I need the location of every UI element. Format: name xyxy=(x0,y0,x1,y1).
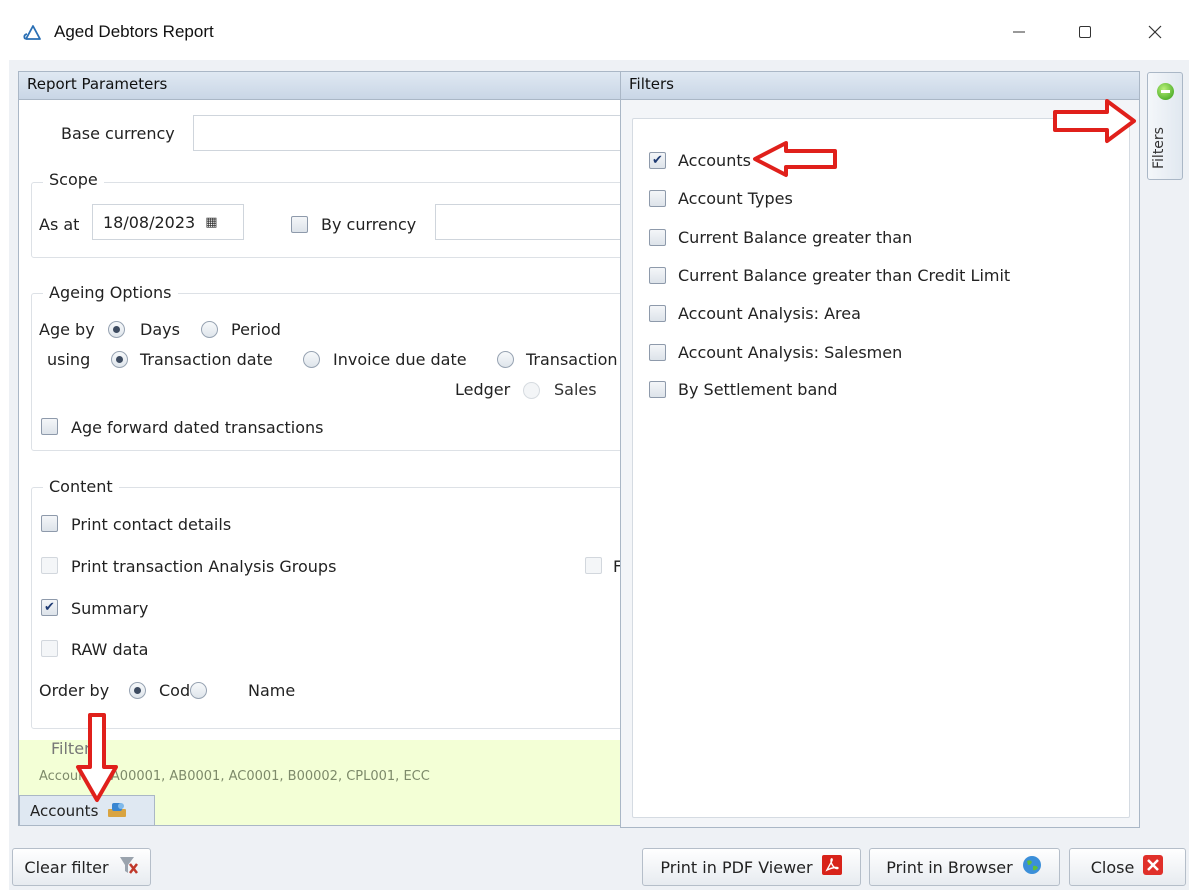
age-by-period-radio[interactable] xyxy=(201,321,218,338)
filter-item-account-types[interactable]: Account Types xyxy=(649,187,793,209)
filters-side-tab-label: Filters xyxy=(1151,127,1167,169)
clear-filter-funnel-icon xyxy=(117,854,139,880)
calendar-icon[interactable]: ▦ xyxy=(205,215,217,230)
age-by-period-label: Period xyxy=(231,320,281,339)
annotation-arrow-right-icon xyxy=(1052,98,1138,144)
filter-current-balance-checkbox[interactable] xyxy=(649,228,666,246)
annotation-arrow-left-icon xyxy=(752,140,838,178)
as-at-date-input[interactable]: 18/08/2023 ▦ xyxy=(92,204,244,240)
filters-panel: Filters Accounts Account Types Current B… xyxy=(620,71,1140,828)
scope-title: Scope xyxy=(43,170,104,189)
order-by-name-label: Name xyxy=(248,681,296,700)
print-browser-button[interactable]: Print in Browser xyxy=(869,848,1060,886)
clear-filter-button[interactable]: Clear filter xyxy=(12,848,151,886)
filter-account-types-label: Account Types xyxy=(678,188,793,208)
using-transaction-date-radio[interactable] xyxy=(111,351,128,368)
clear-filter-label: Clear filter xyxy=(24,857,109,877)
filter-item-analysis-salesmen[interactable]: Account Analysis: Salesmen xyxy=(649,341,902,363)
by-currency-label: By currency xyxy=(321,215,417,234)
ledger-label: Ledger xyxy=(455,380,511,399)
age-forward-checkbox[interactable] xyxy=(41,418,58,435)
filter-analysis-area-label: Account Analysis: Area xyxy=(678,303,861,323)
base-currency-label: Base currency xyxy=(61,124,175,143)
raw-data-label: RAW data xyxy=(71,640,149,659)
order-by-code-radio[interactable] xyxy=(129,682,146,699)
order-by-name-radio[interactable] xyxy=(190,682,207,699)
filter-accounts-checkbox[interactable] xyxy=(649,151,666,169)
filter-settlement-band-label: By Settlement band xyxy=(678,379,838,399)
annotation-arrow-down-icon xyxy=(74,712,120,804)
by-currency-checkbox[interactable] xyxy=(291,216,308,233)
print-browser-label: Print in Browser xyxy=(886,857,1013,877)
close-button[interactable]: Close xyxy=(1069,848,1186,886)
collapse-icon[interactable] xyxy=(1157,83,1174,100)
base-currency-input[interactable] xyxy=(193,115,620,151)
filter-analysis-area-checkbox[interactable] xyxy=(649,304,666,322)
order-by-label: Order by xyxy=(39,681,110,700)
print-transaction-analysis-label: Print transaction Analysis Groups xyxy=(71,557,337,576)
globe-icon xyxy=(1021,854,1043,880)
age-by-days-label: Days xyxy=(140,320,180,339)
filter-settlement-band-checkbox[interactable] xyxy=(649,380,666,398)
summary-label: Summary xyxy=(71,599,149,618)
accounts-tab-label: Accounts xyxy=(30,802,99,820)
using-transaction-radio[interactable] xyxy=(497,351,514,368)
pdf-icon xyxy=(821,854,843,880)
filter-item-balance-credit-limit[interactable]: Current Balance greater than Credit Limi… xyxy=(649,264,1010,286)
filter-account-types-checkbox[interactable] xyxy=(649,189,666,207)
using-invoice-due-date-label: Invoice due date xyxy=(333,350,467,369)
filter-current-balance-label: Current Balance greater than xyxy=(678,227,913,247)
using-transaction-date-label: Transaction date xyxy=(140,350,273,369)
maximize-button[interactable] xyxy=(1062,14,1108,50)
print-pdf-button[interactable]: Print in PDF Viewer xyxy=(642,848,861,886)
filter-summary-text: Accounts : A00001, AB0001, AC0001, B0000… xyxy=(39,769,430,783)
filter-accounts-label: Accounts xyxy=(678,150,751,170)
filter-item-accounts[interactable]: Accounts xyxy=(649,149,751,171)
filter-analysis-salesmen-checkbox[interactable] xyxy=(649,343,666,361)
ageing-options-title: Ageing Options xyxy=(43,283,178,302)
ledger-sales-label: Sales xyxy=(554,380,597,399)
filter-analysis-salesmen-label: Account Analysis: Salesmen xyxy=(678,342,903,362)
app-cloud-icon xyxy=(22,22,44,44)
filter-balance-credit-limit-checkbox[interactable] xyxy=(649,266,666,284)
filter-balance-credit-limit-label: Current Balance greater than Credit Limi… xyxy=(678,265,1011,285)
close-red-icon xyxy=(1142,854,1164,880)
filter-item-analysis-area[interactable]: Account Analysis: Area xyxy=(649,302,861,324)
filter-item-settlement-band[interactable]: By Settlement band xyxy=(649,378,838,400)
print-contact-details-label: Print contact details xyxy=(71,515,232,534)
print-pdf-label: Print in PDF Viewer xyxy=(660,857,813,877)
ledger-sales-radio[interactable] xyxy=(523,382,540,399)
using-transaction-label: Transaction xyxy=(526,350,618,369)
close-window-button[interactable] xyxy=(1132,14,1178,50)
truncated-content-checkbox[interactable] xyxy=(585,557,602,574)
filter-item-current-balance[interactable]: Current Balance greater than xyxy=(649,226,912,248)
using-invoice-due-date-radio[interactable] xyxy=(303,351,320,368)
age-by-days-radio[interactable] xyxy=(108,321,125,338)
print-transaction-analysis-checkbox[interactable] xyxy=(41,557,58,574)
age-forward-label: Age forward dated transactions xyxy=(71,418,324,437)
filters-side-tab[interactable]: Filters xyxy=(1147,72,1183,180)
currency-select[interactable] xyxy=(435,204,620,240)
as-at-label: As at xyxy=(39,215,80,234)
minimize-button[interactable] xyxy=(996,14,1042,50)
filters-header: Filters xyxy=(621,72,1139,100)
summary-checkbox[interactable] xyxy=(41,599,58,616)
content-title: Content xyxy=(43,477,119,496)
close-label: Close xyxy=(1090,857,1135,877)
window-title: Aged Debtors Report xyxy=(54,22,214,41)
filters-list: Accounts Account Types Current Balance g… xyxy=(632,118,1130,818)
print-contact-details-checkbox[interactable] xyxy=(41,515,58,532)
age-by-label: Age by xyxy=(39,320,95,339)
report-parameters-header: Report Parameters xyxy=(19,72,620,100)
raw-data-checkbox[interactable] xyxy=(41,640,58,657)
using-label: using xyxy=(47,350,91,369)
as-at-date-value: 18/08/2023 xyxy=(103,212,196,232)
